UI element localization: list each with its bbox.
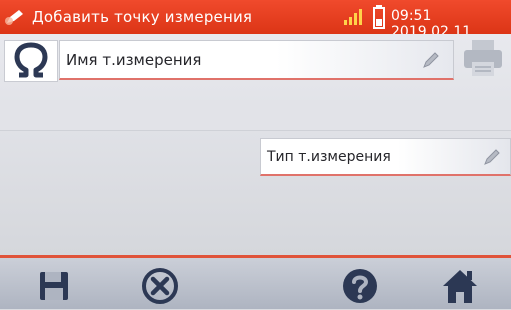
- cancel-button[interactable]: [140, 266, 180, 306]
- type-field-label: Тип т.измерения: [267, 149, 391, 165]
- status-bar: Добавить точку измерения 09:51 2019.02.1…: [0, 0, 511, 40]
- home-icon: [443, 270, 477, 303]
- name-field-label: Имя т.измерения: [66, 51, 202, 69]
- page-title: Добавить точку измерения: [32, 8, 253, 26]
- printer-icon[interactable]: [462, 38, 504, 78]
- bottom-toolbar: [0, 255, 511, 309]
- home-button[interactable]: [440, 266, 480, 306]
- back-pencil-icon[interactable]: [4, 8, 28, 26]
- save-icon: [40, 272, 68, 300]
- signal-icon: [344, 9, 362, 25]
- empty-band: [0, 100, 511, 131]
- save-button[interactable]: [34, 266, 74, 306]
- screen: Добавить точку измерения 09:51 2019.02.1…: [0, 0, 511, 309]
- pencil-icon[interactable]: [482, 147, 502, 167]
- content-area: Имя т.измерения Тип т.измерения: [0, 34, 511, 255]
- help-button[interactable]: [340, 266, 380, 306]
- pencil-icon[interactable]: [421, 50, 441, 70]
- help-icon: [343, 269, 377, 303]
- battery-icon: [373, 5, 385, 29]
- measurement-point-name-field[interactable]: Имя т.измерения: [59, 40, 454, 80]
- measurement-point-type-field[interactable]: Тип т.измерения: [260, 138, 511, 176]
- cancel-icon: [142, 268, 178, 304]
- omega-icon[interactable]: [4, 40, 58, 82]
